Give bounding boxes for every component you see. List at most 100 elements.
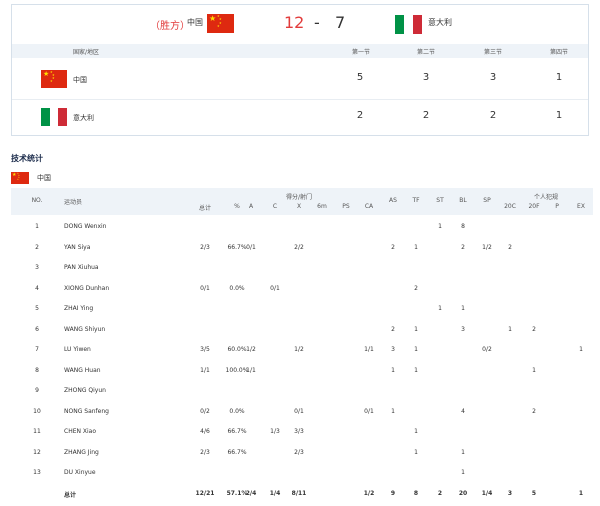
total-A: 2/4 [245, 489, 257, 497]
cell-name: DONG Wenxin [64, 223, 107, 230]
header-country: 国家/地区 [73, 49, 100, 56]
cell-no: 5 [35, 305, 39, 312]
cell-name: DU Xinyue [64, 469, 96, 476]
cell-pct: 66.7% [227, 428, 247, 435]
cell-AS: 1 [391, 407, 395, 415]
header-no: NO. [31, 197, 43, 204]
player-stats-table: 得分/射门 个人犯规 NO. 运动员 总计% A C X 6m PS CA AS TF ST BL SP 20C… [11, 188, 593, 506]
cell-total: 2/3 [200, 448, 210, 456]
table-row: 12 ZHANG Jing 2/3 66.7% 2/3 1 1 [11, 442, 593, 462]
away-score: 7 [335, 13, 346, 32]
header-q2: 第二节 [417, 49, 436, 56]
cell-name: LU Yiwen [64, 346, 91, 353]
cell-AS: 2 [391, 325, 395, 333]
table-row: 6 WANG Shiyun 2 1 3 1 2 [11, 319, 593, 339]
total-X: 8/11 [291, 489, 307, 497]
header-f20: 20F [528, 203, 540, 210]
cell-name: CHEN Xiao [64, 428, 97, 435]
cell-total: 3/5 [200, 346, 210, 353]
totals-row: 总计 12/21 57.1% 2/4 1/4 8/11 1/2 9 8 2 20 1/4 3 5 1 [11, 483, 593, 503]
total-total: 12/21 [195, 489, 215, 497]
total-C: 1/4 [269, 489, 281, 497]
table-row: 13 DU Xinyue 1 [11, 462, 593, 482]
cell-BL: 2 [461, 243, 465, 251]
header-A: A [248, 203, 254, 210]
cell-X: 0/1 [294, 407, 304, 415]
header-BL: BL [459, 197, 467, 204]
header-group-fouls: 个人犯规 [533, 194, 559, 201]
cell-no: 7 [35, 346, 39, 353]
period-row-china: ★ ★ ★ ★ ★ 中国 5 3 3 1 [12, 61, 588, 100]
header-ST: ST [436, 197, 444, 204]
header-PS: PS [342, 203, 350, 210]
stats-header: 得分/射门 个人犯规 NO. 运动员 总计% A C X 6m PS CA AS TF ST BL SP 20C… [11, 188, 593, 215]
totals-label: 总计 [64, 491, 77, 499]
cell-TF: 1 [414, 325, 418, 333]
cell-BL: 1 [461, 469, 465, 476]
header-group-scoring: 得分/射门 [285, 194, 313, 201]
cell-X: 2/2 [294, 243, 304, 251]
table-row: 8 WANG Huan 1/1 100.0% 1/1 1 1 1 [11, 360, 593, 380]
header-AS: AS [389, 197, 397, 204]
cell-ST: 1 [438, 305, 442, 312]
header-m6: 6m [317, 203, 327, 210]
cell-pct: 100.0% [225, 366, 249, 374]
cell-TF: 1 [414, 448, 418, 456]
cell-no: 12 [33, 448, 41, 456]
header-name: 运动员 [64, 199, 83, 206]
q4-score: 1 [555, 72, 563, 83]
cell-no: 9 [35, 387, 39, 394]
cell-BL: 1 [461, 448, 465, 456]
cell-CA: 0/1 [364, 407, 374, 415]
cell-TF: 1 [414, 366, 418, 374]
cell-name: WANG Huan [64, 366, 101, 374]
cell-AS: 3 [391, 346, 395, 353]
cell-TF: 1 [414, 428, 418, 435]
total-TF: 8 [413, 489, 419, 497]
cell-name: YAN Siya [64, 243, 91, 251]
header-CA: CA [364, 203, 374, 210]
header-c20: 20C [504, 203, 516, 210]
cell-no: 1 [35, 223, 39, 230]
cell-total: 0/2 [200, 407, 210, 415]
china-flag-icon: ★ ★ ★ ★ ★ [207, 14, 234, 33]
cell-total: 0/1 [200, 284, 210, 292]
q1-score: 5 [356, 72, 364, 83]
header-q3: 第三节 [484, 49, 503, 56]
cell-name: ZHONG Qiyun [64, 387, 106, 394]
cell-name: NONG Sanfeng [64, 407, 109, 415]
total-CA: 1/2 [363, 489, 375, 497]
cell-c20: 2 [508, 243, 512, 251]
cell-f20: 2 [532, 325, 536, 333]
home-score: 12 [284, 13, 305, 32]
cell-name: PAN Xiuhua [64, 264, 99, 271]
score-separator: - [314, 13, 320, 32]
cell-pct: 66.7% [227, 243, 247, 251]
cell-C: 1/3 [270, 428, 280, 435]
table-row: 5 ZHAI Ying 1 1 [11, 298, 593, 318]
table-row: 10 NONG Sanfeng 0/2 0.0% 0/1 0/1 1 4 2 [11, 401, 593, 421]
cell-total: 2/3 [200, 243, 210, 251]
cell-no: 3 [35, 264, 39, 271]
period-header-row: 国家/地区 第一节 第二节 第三节 第四节 [12, 44, 588, 58]
cell-CA: 1/1 [364, 346, 374, 353]
cell-EX: 1 [579, 346, 583, 353]
table-row: 2 YAN Siya 2/3 66.7% 0/1 2/2 2 1 2 1/2 2 [11, 237, 593, 257]
team-name: 中国 [37, 174, 51, 182]
total-f20: 5 [531, 489, 537, 497]
cell-c20: 1 [508, 325, 512, 333]
cell-SP: 1/2 [482, 243, 492, 251]
q2-score: 3 [422, 72, 430, 83]
table-row: 1 DONG Wenxin 1 8 [11, 216, 593, 236]
stats-section-title: 技术统计 [11, 154, 43, 163]
period-scores-table: 国家/地区 第一节 第二节 第三节 第四节 ★ ★ ★ ★ ★ 中国 5 3 3… [11, 38, 589, 136]
header-SP: SP [483, 197, 491, 204]
total-BL: 20 [458, 489, 468, 497]
cell-name: ZHAI Ying [64, 305, 94, 312]
cell-total: 4/6 [200, 428, 210, 435]
cell-BL: 8 [461, 223, 465, 230]
cell-name: ZHANG Jing [64, 448, 99, 456]
cell-TF: 1 [414, 346, 418, 353]
cell-AS: 1 [391, 366, 395, 374]
q3-score: 3 [489, 72, 497, 83]
